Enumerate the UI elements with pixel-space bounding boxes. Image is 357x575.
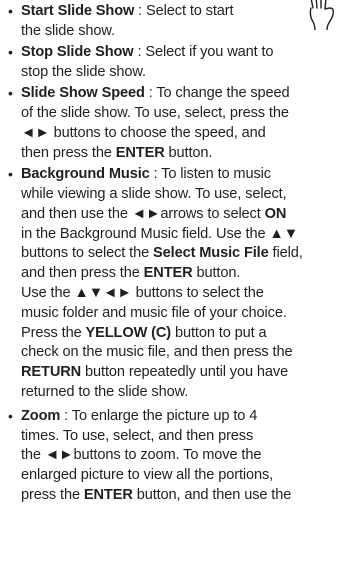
text-segment: button. xyxy=(164,144,213,161)
text-segment: press the xyxy=(21,486,84,503)
text-segment: enlarged picture to view all the portion… xyxy=(21,467,274,484)
text-line: and then use the ◄►arrows to select ON xyxy=(21,205,350,225)
bold-text: ENTER xyxy=(83,486,133,503)
text-segment: : Select to start xyxy=(134,3,234,19)
text-segment: music folder and music file of your choi… xyxy=(21,304,287,321)
text-segment: check on the music file, and then press … xyxy=(21,344,293,361)
text-line: check on the music file, and then press … xyxy=(21,343,350,363)
text-segment: : To enlarge the picture up to 4 xyxy=(60,407,258,424)
text-line: stop the slide show. xyxy=(21,63,350,83)
text-line: in the Background Music field. Use the ▲… xyxy=(21,225,350,245)
text-segment: Use the ▲▼◄► buttons to select the xyxy=(21,284,264,301)
text-line: of the slide show. To use, select, press… xyxy=(21,104,350,124)
bullet-icon: • xyxy=(8,85,13,102)
text-line: returned to the slide show. xyxy=(21,383,350,403)
text-segment: returned to the slide show. xyxy=(21,383,189,400)
list-item: • Zoom : To enlarge the picture up to 4 ti… xyxy=(8,407,350,506)
bold-text: Select Music File xyxy=(153,245,269,262)
text-segment: button repeatedly until you have xyxy=(81,364,289,381)
text-line: then press the ENTER button. xyxy=(21,144,350,164)
bullet-icon: • xyxy=(8,166,13,183)
text-line: Press the YELLOW (C) button to put a xyxy=(21,324,350,344)
list-item: • Background Music : To listen to music wh… xyxy=(8,165,350,403)
text-segment: button. xyxy=(192,265,241,282)
text-line: Use the ▲▼◄► buttons to select the xyxy=(21,284,350,304)
bullet-icon: • xyxy=(8,3,13,19)
bullet-icon: • xyxy=(8,407,13,424)
text-segment: times. To use, select, and then press xyxy=(21,427,254,444)
text-line: press the ENTER button, and then use the xyxy=(21,486,350,506)
text-line: while viewing a slide show. To use, sele… xyxy=(21,185,350,205)
text-segment: button to put a xyxy=(171,324,267,341)
text-segment: field, xyxy=(268,245,303,262)
text-line: enlarged picture to view all the portion… xyxy=(21,466,350,486)
bullet-icon: • xyxy=(8,44,13,61)
text-segment: of the slide show. To use, select, press… xyxy=(21,105,289,122)
text-segment: stop the slide show. xyxy=(21,63,146,80)
text-segment: and then press the xyxy=(21,265,144,282)
bold-text: RETURN xyxy=(21,364,82,381)
list-item: • Start Slide Show : Select to start the s… xyxy=(8,2,350,42)
text-segment: while viewing a slide show. To use, sele… xyxy=(21,185,287,202)
text-segment: button, and then use the xyxy=(132,486,292,503)
text-segment: and then use the ◄►arrows to select xyxy=(21,205,265,222)
text-line: RETURN button repeatedly until you have xyxy=(21,363,350,383)
text-segment: : Select if you want to xyxy=(133,44,274,61)
text-segment: in the Background Music field. Use the ▲… xyxy=(21,225,299,242)
text-line: buttons to select the Select Music File … xyxy=(21,244,350,264)
text-segment: Press the xyxy=(21,324,86,341)
text-line: the ◄►buttons to zoom. To move the xyxy=(21,446,350,466)
item-term: Zoom xyxy=(21,407,61,424)
text-line: Background Music : To listen to music xyxy=(21,165,350,185)
text-segment: ◄► buttons to choose the speed, and xyxy=(21,124,266,141)
text-line: the slide show. xyxy=(21,22,350,42)
text-segment: buttons to select the xyxy=(21,245,154,262)
text-line: ◄► buttons to choose the speed, and xyxy=(21,124,350,144)
bold-text: ENTER xyxy=(143,265,193,282)
item-term: Slide Show Speed xyxy=(21,85,145,102)
text-line: music folder and music file of your choi… xyxy=(21,304,350,324)
text-segment: : To listen to music xyxy=(149,166,272,183)
text-line: Zoom : To enlarge the picture up to 4 xyxy=(21,407,350,427)
list-item: • Slide Show Speed : To change the speed o… xyxy=(8,84,350,163)
text-segment: the ◄►buttons to zoom. To move the xyxy=(21,447,262,464)
bold-text: ON xyxy=(264,205,287,222)
text-line: Slide Show Speed : To change the speed xyxy=(21,84,350,104)
text-line: Stop Slide Show : Select if you want to xyxy=(21,43,350,63)
text-segment: the slide show. xyxy=(21,22,115,39)
item-term: Stop Slide Show xyxy=(21,44,134,61)
bold-text: YELLOW (C) xyxy=(85,324,172,341)
text-line: Start Slide Show : Select to start xyxy=(21,2,350,22)
text-segment: : To change the speed xyxy=(144,85,290,102)
manual-page: • Start Slide Show : Select to start the s… xyxy=(0,0,357,575)
list-item: • Stop Slide Show : Select if you want to… xyxy=(8,43,350,83)
item-term: Background Music xyxy=(21,166,150,183)
bold-text: ENTER xyxy=(115,144,165,161)
text-line: and then press the ENTER button. xyxy=(21,264,350,284)
feature-list: • Start Slide Show : Select to start the s… xyxy=(8,2,350,507)
text-line: times. To use, select, and then press xyxy=(21,427,350,447)
text-segment: then press the xyxy=(21,144,116,161)
item-term: Start Slide Show xyxy=(21,3,135,19)
